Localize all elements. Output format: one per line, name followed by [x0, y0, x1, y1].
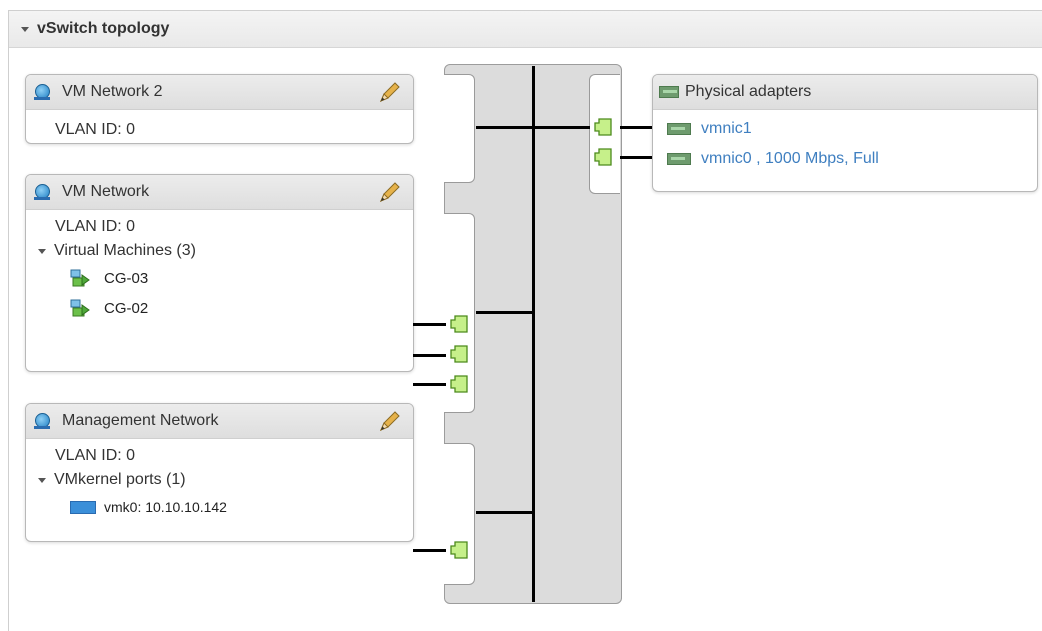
- wire: [413, 354, 446, 357]
- expand-arrow-icon[interactable]: [38, 477, 46, 483]
- vm-item[interactable]: CG-03: [26, 263, 413, 293]
- portgroup-management-network: Management Network VLAN ID: 0 VMkernel p…: [25, 403, 414, 542]
- panel-title: vSwitch topology: [37, 20, 170, 37]
- pencil-icon[interactable]: [377, 81, 401, 103]
- portgroup-vm-network-2: VM Network 2 VLAN ID: 0: [25, 74, 414, 144]
- portgroup-bracket: [444, 443, 475, 585]
- wire: [620, 156, 654, 159]
- expand-arrow-icon[interactable]: [38, 248, 46, 254]
- vmkernel-icon: [70, 500, 96, 514]
- portgroup-header: Management Network: [26, 404, 413, 439]
- portgroup-vm-network: VM Network VLAN ID: 0 Virtual Machines (…: [25, 174, 414, 372]
- vmkernel-ports-label: VMkernel ports (1): [54, 471, 186, 488]
- port-icon[interactable]: [450, 315, 468, 333]
- collapse-arrow-icon[interactable]: [21, 26, 29, 32]
- wire: [413, 549, 446, 552]
- vm-item[interactable]: CG-02: [26, 293, 413, 323]
- vm-icon: [70, 299, 90, 317]
- vlan-id: VLAN ID: 0: [55, 121, 136, 138]
- wire: [476, 311, 534, 314]
- wire: [476, 126, 590, 129]
- wire: [620, 126, 654, 129]
- virtual-machines-toggle[interactable]: Virtual Machines (3): [26, 239, 413, 263]
- physical-adapters-title: Physical adapters: [685, 83, 812, 100]
- adapter-link[interactable]: vmnic0 , 1000 Mbps, Full: [701, 150, 879, 168]
- pencil-icon[interactable]: [377, 410, 401, 432]
- vm-icon: [70, 269, 90, 287]
- physical-adapters-panel: Physical adapters vmnic1 vmnic0 , 1000 M…: [652, 74, 1038, 192]
- nic-icon: [667, 153, 691, 165]
- network-icon: [34, 184, 50, 200]
- portgroup-name: Management Network: [62, 412, 219, 429]
- port-icon[interactable]: [450, 345, 468, 363]
- wire: [413, 383, 446, 386]
- portgroup-name: VM Network 2: [62, 83, 163, 100]
- adapter-row[interactable]: vmnic1: [653, 114, 1037, 144]
- port-icon[interactable]: [450, 375, 468, 393]
- adapter-row[interactable]: vmnic0 , 1000 Mbps, Full: [653, 144, 1037, 174]
- port-icon[interactable]: [594, 118, 612, 136]
- port-icon[interactable]: [450, 541, 468, 559]
- nic-icon: [659, 86, 679, 98]
- vmkernel-ports-toggle[interactable]: VMkernel ports (1): [26, 468, 413, 492]
- adapter-link[interactable]: vmnic1: [701, 120, 752, 138]
- portgroup-header: VM Network: [26, 175, 413, 210]
- vmkernel-item[interactable]: vmk0: 10.10.10.142: [26, 492, 413, 522]
- network-icon: [34, 413, 50, 429]
- portgroup-header: VM Network 2: [26, 75, 413, 110]
- wire: [476, 511, 534, 514]
- vm-name: CG-03: [104, 269, 149, 287]
- vlan-id: VLAN ID: 0: [55, 218, 136, 235]
- vmkernel-name: vmk0: 10.10.10.142: [104, 499, 227, 515]
- nic-icon: [667, 123, 691, 135]
- switch-backbone: [532, 66, 535, 602]
- vm-name: CG-02: [104, 299, 149, 317]
- panel-header[interactable]: vSwitch topology: [9, 11, 1042, 48]
- vlan-id: VLAN ID: 0: [55, 447, 136, 464]
- physical-adapters-header: Physical adapters: [653, 75, 1037, 110]
- portgroup-bracket: [444, 74, 475, 183]
- pencil-icon[interactable]: [377, 181, 401, 203]
- virtual-machines-label: Virtual Machines (3): [54, 242, 196, 259]
- wire: [413, 323, 446, 326]
- port-icon[interactable]: [594, 148, 612, 166]
- network-icon: [34, 84, 50, 100]
- portgroup-name: VM Network: [62, 183, 150, 200]
